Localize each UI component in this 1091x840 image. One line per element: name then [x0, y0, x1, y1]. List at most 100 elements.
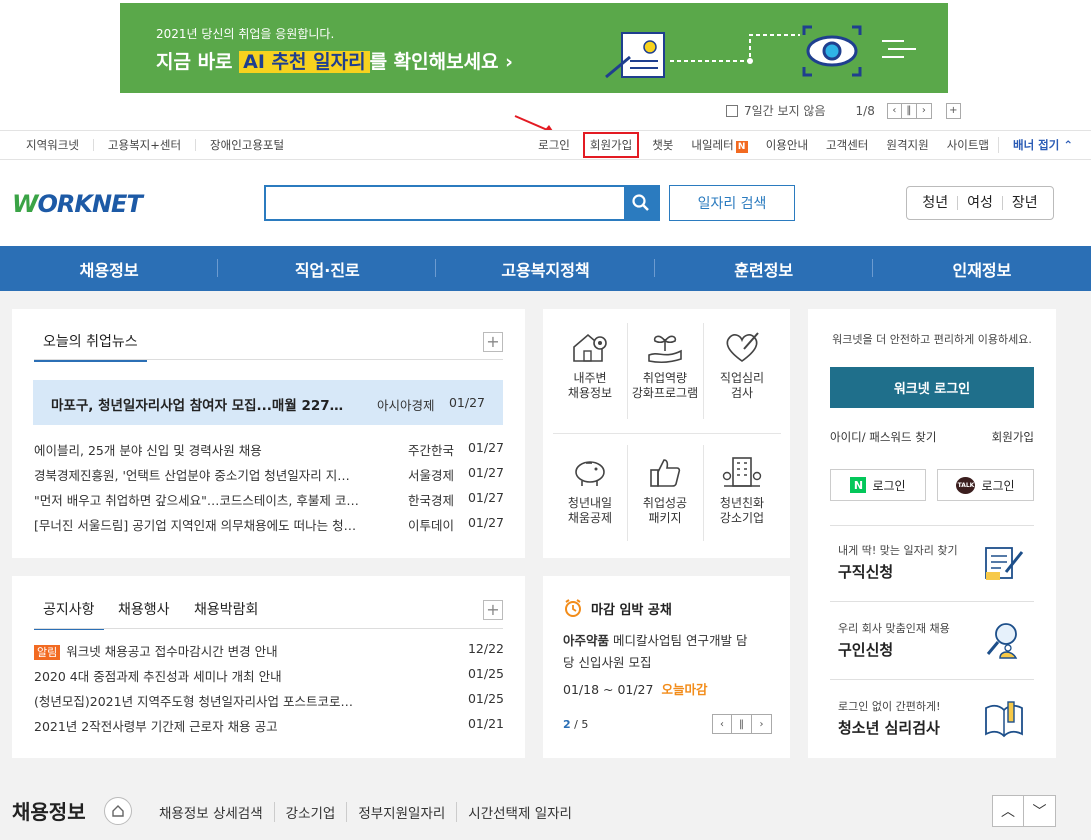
- search-icon[interactable]: [624, 187, 658, 219]
- service-nearby-jobs[interactable]: 내주변 채용정보: [554, 329, 626, 401]
- service-employment-program[interactable]: 취업역량 강화프로그램: [629, 329, 701, 401]
- notice-panel: 공지사항 채용행사 채용박람회 + 알림 워크넷 채용공고 접수마감시간 변경 안…: [12, 576, 525, 758]
- banner-controls: 7일간 보지 않음 1/8 ‹ ‖ › +: [726, 102, 961, 119]
- banner-illustration-icon: [605, 25, 916, 79]
- deadline-job[interactable]: 아주약품 메디칼사업팀 연구개발 담당 신입사원 모집: [563, 630, 773, 674]
- chevron-down-icon[interactable]: ﹀: [1024, 795, 1056, 827]
- login-link[interactable]: 로그인: [529, 137, 579, 153]
- deadline-title: 마감 임박 공채: [591, 603, 672, 618]
- guide-link[interactable]: 이용안내: [757, 137, 817, 153]
- search-input[interactable]: [264, 185, 660, 221]
- naver-icon: N: [850, 477, 867, 493]
- job-info-links: 채용정보 상세검색 강소기업 정부지원일자리 시간선택제 일자리: [148, 802, 583, 822]
- resume-pen-icon: [985, 547, 1024, 580]
- banner-add-icon[interactable]: +: [945, 102, 961, 119]
- header: WORKNET 일자리 검색 청년 여성 장년: [0, 160, 1091, 246]
- tab-recruit-events[interactable]: 채용행사: [118, 599, 170, 619]
- banner-subtitle: 2021년 당신의 취업을 응원합니다.: [156, 27, 335, 41]
- notice-more-icon[interactable]: +: [483, 600, 503, 620]
- login-panel: 워크넷을 더 안전하고 편리하게 이용하세요. 워크넷 로그인 아이디/ 패스워…: [808, 309, 1056, 758]
- job-application-link[interactable]: 내게 딱! 맞는 일자리 찾기 구직신청: [838, 542, 958, 582]
- naver-login-button[interactable]: N 로그인: [830, 469, 926, 501]
- banner-page-indicator: 1/8: [855, 103, 875, 118]
- join-link[interactable]: 회원가입: [582, 132, 640, 158]
- service-youth-friendly-company[interactable]: 청년친화 강소기업: [706, 454, 778, 526]
- nav-training[interactable]: 훈련정보: [655, 246, 874, 291]
- notice-item[interactable]: 2021년 2작전사령부 기간제 근로자 채용 공고 01/21: [34, 716, 504, 734]
- link-gov-jobs[interactable]: 정부지원일자리: [347, 802, 458, 822]
- kakao-login-button[interactable]: TALK 로그인: [937, 469, 1034, 501]
- link-part-time[interactable]: 시간선택제 일자리: [457, 802, 583, 822]
- notice-item[interactable]: 알림 워크넷 채용공고 접수마감시간 변경 안내 12/22: [34, 641, 504, 660]
- book-pen-icon: [985, 701, 1023, 738]
- join-link-side[interactable]: 회원가입: [992, 429, 1034, 445]
- banner-pause-icon[interactable]: ‖: [901, 102, 917, 119]
- link-regional-worknet[interactable]: 지역워크넷: [12, 139, 94, 151]
- deadline-page-indicator: 2 / 5: [563, 718, 589, 731]
- banner-prev-icon[interactable]: ‹: [886, 102, 902, 119]
- tab-job-fair[interactable]: 채용박람회: [194, 599, 258, 619]
- women-link[interactable]: 여성: [958, 196, 1003, 210]
- heart-pen-icon: [726, 332, 759, 362]
- link-disabled-portal[interactable]: 장애인고용포털: [196, 139, 298, 151]
- news-item[interactable]: "먼저 배우고 취업하면 갚으세요"…코드스테이츠, 후불제 코… 한국경제 01/…: [34, 490, 504, 508]
- banner-toggle-button[interactable]: 배너 접기 ⌃: [998, 137, 1091, 153]
- sitemap-link[interactable]: 사이트맵: [938, 137, 998, 153]
- featured-news-date: 01/27: [448, 395, 485, 410]
- news-item[interactable]: 에이블리, 25개 분야 신입 및 경력사원 채용 주간한국 01/27: [34, 440, 504, 458]
- kakao-talk-icon: TALK: [956, 476, 976, 494]
- link-detailed-search[interactable]: 채용정보 상세검색: [148, 802, 275, 822]
- deadline-panel: 마감 임박 공채 아주약품 메디칼사업팀 연구개발 담당 신입사원 모집 01/…: [543, 576, 790, 758]
- youth-link[interactable]: 청년: [913, 196, 959, 210]
- link-employment-center[interactable]: 고용복지+센터: [94, 139, 197, 151]
- banner-area: 2021년 당신의 취업을 응원합니다. 지금 바로 AI 추천 일자리 를 확인…: [0, 0, 1091, 134]
- target-group-tabs: 청년 여성 장년: [906, 186, 1054, 220]
- news-item[interactable]: 경북경제진흥원, '언택트 산업분야 중소기업 청년일자리 지… 서울경제 01/2…: [34, 465, 504, 483]
- service-youth-savings[interactable]: 청년내일 채움공제: [554, 454, 626, 526]
- nav-talent[interactable]: 인재정보: [873, 246, 1091, 291]
- chevron-up-icon: ⌃: [1063, 138, 1073, 152]
- naeil-letter-link[interactable]: 내일레터 N: [682, 137, 756, 153]
- remote-support-link[interactable]: 원격지원: [877, 137, 937, 153]
- deadline-period: 01/18 ~ 01/27 오늘마감: [563, 682, 708, 697]
- nav-career[interactable]: 직업·진로: [218, 246, 437, 291]
- banner-next-icon[interactable]: ›: [916, 102, 932, 119]
- deadline-prev-icon[interactable]: ‹: [712, 714, 732, 734]
- recruit-application-link[interactable]: 우리 회사 맞춤인재 채용 구인신청: [838, 620, 950, 660]
- ai-job-banner[interactable]: 2021년 당신의 취업을 응원합니다. 지금 바로 AI 추천 일자리 를 확인…: [120, 3, 948, 93]
- hide-7days-label[interactable]: 7일간 보지 않음: [744, 102, 826, 119]
- nav-welfare-policy[interactable]: 고용복지정책: [436, 246, 655, 291]
- news-tab[interactable]: 오늘의 취업뉴스: [34, 331, 147, 362]
- worknet-logo[interactable]: WORKNET: [12, 190, 143, 218]
- login-desc: 워크넷을 더 안전하고 편리하게 이용하세요.: [832, 333, 1032, 346]
- home-icon[interactable]: [104, 797, 132, 825]
- notice-item[interactable]: 2020 4대 중점과제 추진성과 세미나 개최 안내 01/25: [34, 666, 504, 684]
- link-small-giant[interactable]: 강소기업: [275, 802, 348, 822]
- hide-7days-checkbox[interactable]: [726, 104, 738, 117]
- nav-job-info[interactable]: 채용정보: [0, 246, 219, 291]
- youth-psych-test-link[interactable]: 로그인 없이 간편하게! 청소년 심리검사: [838, 698, 940, 738]
- thumbs-up-icon: [650, 459, 681, 487]
- find-id-password-link[interactable]: 아이디/ 패스워드 찾기: [830, 429, 936, 445]
- service-success-package[interactable]: 취업성공 패키지: [629, 454, 701, 526]
- senior-link[interactable]: 장년: [1003, 196, 1047, 210]
- customer-center-link[interactable]: 고객센터: [817, 137, 877, 153]
- person-search-icon: [986, 623, 1018, 659]
- news-item[interactable]: [무너진 서울드림] 공기업 지역인재 의무채용에도 떠나는 청… 이투데이 01/…: [34, 515, 504, 533]
- featured-news[interactable]: 마포구, 청년일자리사업 참여자 모집...매월 227… 아시아경제 01/2…: [33, 380, 503, 425]
- chatbot-link[interactable]: 챗봇: [643, 137, 682, 153]
- worknet-login-button[interactable]: 워크넷 로그인: [830, 367, 1034, 408]
- deadline-pause-icon[interactable]: ‖: [732, 714, 752, 734]
- news-more-icon[interactable]: +: [483, 332, 503, 352]
- deadline-next-icon[interactable]: ›: [752, 714, 772, 734]
- alarm-clock-icon: [565, 599, 581, 617]
- utility-bar: 지역워크넷 고용복지+센터 장애인고용포털 로그인 회원가입 챗봇 내일레터 N …: [0, 130, 1091, 160]
- tab-notice[interactable]: 공지사항: [34, 599, 104, 630]
- featured-news-title: 마포구, 청년일자리사업 참여자 모집...매월 227…: [51, 398, 344, 414]
- house-map-pin-icon: [573, 333, 607, 362]
- service-psych-test[interactable]: 직업심리 검사: [706, 329, 778, 401]
- notice-item[interactable]: (청년모집)2021년 지역주도형 청년일자리사업 포스트코로… 01/25: [34, 691, 504, 709]
- chevron-up-icon[interactable]: ︿: [992, 795, 1024, 827]
- job-search-button[interactable]: 일자리 검색: [669, 185, 795, 221]
- alert-badge: 알림: [34, 645, 61, 660]
